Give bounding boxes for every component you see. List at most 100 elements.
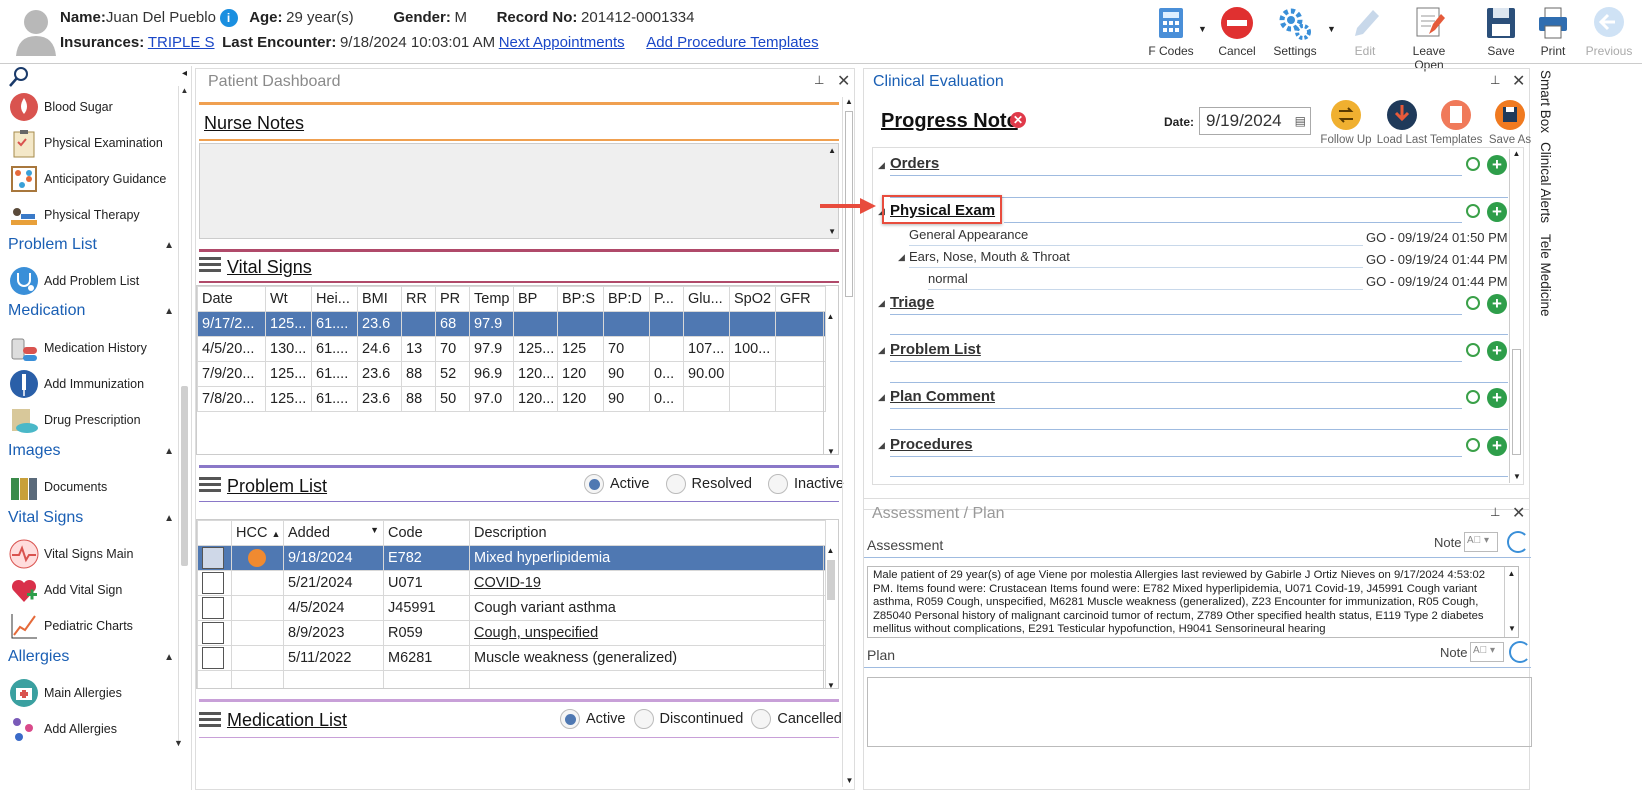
- print-button[interactable]: Print: [1522, 4, 1584, 58]
- column-header-vital[interactable]: BP:D: [603, 286, 650, 312]
- section-problem-list[interactable]: Problem List: [890, 341, 1468, 358]
- nav-item-blood-sugar[interactable]: Blood Sugar: [8, 90, 178, 124]
- remove-note-icon[interactable]: ✕: [1010, 112, 1026, 128]
- pin-icon[interactable]: ⊥: [1490, 505, 1500, 519]
- plan-textarea[interactable]: [867, 677, 1532, 747]
- alarm-clock-icon[interactable]: [1466, 343, 1480, 357]
- nav-scrollbar[interactable]: ▲: [178, 86, 190, 746]
- medication-list-menu-icon[interactable]: [199, 712, 221, 731]
- column-header-added[interactable]: Added ▼: [283, 520, 384, 546]
- column-header-vital[interactable]: PR: [435, 286, 470, 312]
- exam-item-label[interactable]: Ears, Nose, Mouth & Throat: [909, 249, 1070, 264]
- column-header-vital[interactable]: Hei...: [311, 286, 358, 312]
- table-row[interactable]: 4/5/2024 J45991 Cough variant asthma: [197, 595, 826, 621]
- previous-button[interactable]: Previous: [1578, 4, 1640, 58]
- collapse-chevron-icon[interactable]: ▲: [164, 240, 174, 251]
- vital-signs-menu-icon[interactable]: [199, 257, 221, 276]
- add-procedure-templates-link[interactable]: Add Procedure Templates: [646, 34, 818, 51]
- column-header-vital[interactable]: Date: [197, 286, 266, 312]
- table-row[interactable]: 5/11/2022 M6281 Muscle weakness (generaliz…: [197, 645, 826, 671]
- close-icon[interactable]: ✕: [837, 71, 850, 91]
- tab-smart-box[interactable]: Smart Box: [1538, 70, 1553, 133]
- column-header-vital[interactable]: Glu...: [683, 286, 730, 312]
- column-header-vital[interactable]: RR: [401, 286, 436, 312]
- problems-scrollbar[interactable]: ▲ ▼: [823, 546, 837, 688]
- med-filter-cancelled-radio[interactable]: Cancelled: [751, 709, 842, 729]
- section-orders[interactable]: Orders: [890, 155, 1468, 172]
- add-procedure-button[interactable]: +: [1487, 436, 1507, 456]
- close-icon[interactable]: ✕: [1512, 503, 1525, 523]
- settings-button[interactable]: Settings: [1264, 4, 1326, 58]
- add-orders-button[interactable]: +: [1487, 155, 1507, 175]
- nav-item-add-immunization[interactable]: Add Immunization: [8, 367, 178, 401]
- table-row[interactable]: 9/17/2... 125... 61.... 23.6 68 97.9: [197, 311, 826, 337]
- table-row[interactable]: 9/18/2024 E782 Mixed hyperlipidemia: [197, 545, 826, 571]
- column-header-vital[interactable]: SpO2: [729, 286, 776, 312]
- add-physical-exam-button[interactable]: +: [1487, 202, 1507, 222]
- cancel-button[interactable]: Cancel: [1206, 4, 1268, 58]
- row-checkbox-cell[interactable]: [197, 645, 232, 671]
- table-row[interactable]: 7/8/20... 125... 61.... 23.6 88 50 97.0 120... 1…: [197, 386, 826, 412]
- nav-item-medication-history[interactable]: Medication History: [8, 331, 178, 365]
- collapse-chevron-icon[interactable]: ▲: [164, 446, 174, 457]
- alarm-clock-icon[interactable]: [1466, 157, 1480, 171]
- add-plan-comment-button[interactable]: +: [1487, 388, 1507, 408]
- table-row[interactable]: 7/9/20... 125... 61.... 23.6 88 52 96.9 120... 1…: [197, 361, 826, 387]
- row-checkbox[interactable]: [202, 597, 224, 619]
- section-plan-comment[interactable]: Plan Comment: [890, 388, 1468, 405]
- follow-up-button[interactable]: Follow Up: [1320, 99, 1372, 146]
- table-row[interactable]: [197, 670, 826, 688]
- nav-section-vital-signs[interactable]: Vital Signs ▲: [8, 509, 178, 527]
- column-header-vital[interactable]: BMI: [357, 286, 402, 312]
- collapse-ent-icon[interactable]: ◢: [898, 252, 905, 263]
- table-row[interactable]: 5/21/2024 U071 COVID-19: [197, 570, 826, 596]
- collapse-nav-icon[interactable]: ◂: [182, 68, 187, 79]
- exam-item-label[interactable]: General Appearance: [909, 227, 1028, 242]
- column-header-vital[interactable]: P...: [649, 286, 684, 312]
- med-filter-active-radio[interactable]: Active: [560, 709, 626, 729]
- med-filter-discontinued-radio[interactable]: Discontinued: [633, 709, 743, 729]
- add-problem-button[interactable]: +: [1487, 341, 1507, 361]
- tab-clinical-alerts[interactable]: Clinical Alerts: [1538, 142, 1553, 223]
- nurse-notes-textarea[interactable]: ▲ ▼: [199, 143, 839, 239]
- expand-orders-icon[interactable]: ◢: [878, 160, 885, 171]
- filter-inactive-radio[interactable]: Inactive: [768, 474, 844, 494]
- row-checkbox[interactable]: [202, 572, 224, 594]
- nav-item-pediatric-charts[interactable]: Pediatric Charts: [8, 609, 178, 643]
- add-triage-button[interactable]: +: [1487, 294, 1507, 314]
- column-header-vital[interactable]: Temp: [469, 286, 514, 312]
- column-header-hcc[interactable]: HCC ▲: [231, 520, 284, 546]
- tab-tele-medicine[interactable]: Tele Medicine: [1538, 234, 1553, 317]
- note-format-dropdown[interactable]: A⃞ ▾: [1464, 532, 1498, 552]
- row-checkbox[interactable]: [202, 622, 224, 644]
- table-row[interactable]: 8/9/2023 R059 Cough, unspecified: [197, 620, 826, 646]
- nav-section-medication[interactable]: Medication ▲: [8, 302, 178, 320]
- save-as-button[interactable]: Save As: [1484, 99, 1536, 146]
- row-checkbox-cell[interactable]: [197, 620, 232, 646]
- nav-section-problem-list[interactable]: Problem List ▲: [8, 236, 178, 254]
- section-triage[interactable]: Triage: [890, 294, 1468, 311]
- column-header-vital[interactable]: BP: [513, 286, 558, 312]
- next-appointments-link[interactable]: Next Appointments: [499, 34, 625, 51]
- nav-item-physical-examination[interactable]: Physical Examination: [8, 126, 178, 160]
- column-header-vital[interactable]: Wt: [265, 286, 312, 312]
- assessment-scrollbar[interactable]: ▲ ▼: [1504, 567, 1518, 637]
- nav-item-main-allergies[interactable]: Main Allergies: [8, 676, 178, 710]
- filter-active-radio[interactable]: Active: [584, 474, 650, 494]
- column-header-code[interactable]: Code: [383, 520, 470, 546]
- exam-item-label[interactable]: normal: [928, 271, 968, 286]
- nav-item-drug-prescription[interactable]: Drug Prescription: [8, 403, 178, 437]
- nav-item-physical-therapy[interactable]: Physical Therapy: [8, 198, 178, 232]
- row-checkbox[interactable]: [202, 647, 224, 669]
- assessment-textarea[interactable]: Male patient of 29 year(s) of age Viene …: [867, 566, 1519, 638]
- nav-item-vital-signs-main[interactable]: Vital Signs Main: [8, 537, 178, 571]
- expand-procedures-icon[interactable]: ◢: [878, 440, 885, 451]
- row-checkbox-cell[interactable]: [197, 570, 232, 596]
- column-header-vital[interactable]: GFR: [775, 286, 826, 312]
- edit-button[interactable]: Edit: [1334, 4, 1396, 58]
- nav-section-allergies[interactable]: Allergies ▲: [8, 648, 178, 666]
- load-last-button[interactable]: Load Last: [1376, 99, 1428, 146]
- alarm-clock-icon[interactable]: [1466, 296, 1480, 310]
- row-checkbox[interactable]: [202, 547, 224, 569]
- insurance-link[interactable]: TRIPLE S: [148, 34, 215, 51]
